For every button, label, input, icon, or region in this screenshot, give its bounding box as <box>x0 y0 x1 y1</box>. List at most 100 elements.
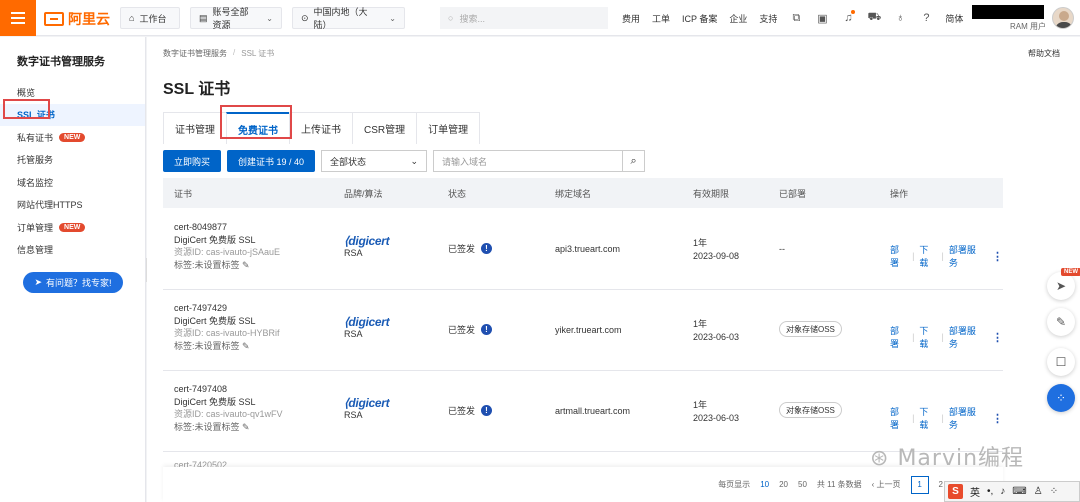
total-count: 共 11 条数据 <box>816 480 862 489</box>
resource-id: 资源ID: cas-ivauto-jSAauE <box>174 247 281 257</box>
help-icon[interactable]: ? <box>919 11 933 25</box>
menu-icon[interactable] <box>0 0 36 36</box>
tab-orders[interactable]: 订单管理 <box>416 112 481 144</box>
more-icon[interactable]: ⋮ <box>992 412 1003 425</box>
download-link[interactable]: 下载 <box>919 324 936 350</box>
more-icon[interactable]: ⋮ <box>992 331 1003 344</box>
deployed-badge: 对象存储OSS <box>779 321 842 337</box>
edit-icon[interactable]: ✎ <box>242 422 250 432</box>
ram-user-label: RAM 用户 <box>1010 22 1046 31</box>
account-scope-select[interactable]: ▤ 账号全部资源 ⌄ <box>190 7 282 30</box>
download-link[interactable]: 下载 <box>919 243 936 269</box>
edit-float-button[interactable]: ✎ <box>1047 308 1075 336</box>
sidebar-item-domain-monitor[interactable]: 域名监控 <box>0 171 145 194</box>
cert-type: DigiCert 免费版 SSL <box>174 396 256 407</box>
user-menu[interactable]: RAM 用户 <box>972 3 1074 33</box>
link-icp[interactable]: ICP 备案 <box>682 12 717 25</box>
toolbox-icon[interactable]: ⁘ <box>1050 486 1058 497</box>
page-2-button[interactable]: 2 <box>939 480 943 489</box>
sidebar-item-private-cert[interactable]: 私有证书 NEW <box>0 126 145 149</box>
validity-years: 1年 <box>693 319 708 329</box>
deploy-service-link[interactable]: 部署服务 <box>949 324 983 350</box>
link-billing[interactable]: 费用 <box>622 12 640 25</box>
edit-icon[interactable]: ✎ <box>242 341 250 351</box>
help-doc-link[interactable]: 帮助文档 <box>1028 48 1060 59</box>
create-cert-button[interactable]: 创建证书 19 / 40 <box>227 150 316 172</box>
column-header-status: 状态 <box>448 188 467 199</box>
deploy-link[interactable]: 部署 <box>890 405 907 431</box>
expire-date: 2023-06-03 <box>693 412 740 423</box>
domain-search-input[interactable]: 请输入域名 ⌕ <box>433 150 646 172</box>
link-enterprise[interactable]: 企业 <box>729 12 747 25</box>
column-header-brand: 品牌/算法 <box>344 188 383 199</box>
breadcrumb-root[interactable]: 数字证书管理服务 <box>163 48 227 59</box>
account-scope-label: 账号全部资源 <box>212 7 249 30</box>
lightbulb-icon[interactable]: ♁ <box>893 11 907 25</box>
language-switch[interactable]: 简体 <box>945 12 963 25</box>
region-select[interactable]: ⊙ 中国内地（大陆） ⌄ <box>292 7 405 30</box>
ime-toolbar[interactable]: S 英 •, ♪ ⌨ ♙ ⁘ <box>944 481 1080 502</box>
buy-now-button[interactable]: 立即购买 <box>163 150 222 172</box>
page-size-50[interactable]: 50 <box>798 480 807 489</box>
expire-date: 2023-06-03 <box>693 331 740 342</box>
download-link[interactable]: 下载 <box>919 405 936 431</box>
link-ticket[interactable]: 工单 <box>652 12 670 25</box>
deploy-service-link[interactable]: 部署服务 <box>949 405 983 431</box>
cert-tag[interactable]: 标签:未设置标签 ✎ <box>174 340 280 353</box>
breadcrumb-current: SSL 证书 <box>241 49 275 58</box>
page-size-10[interactable]: 10 <box>760 480 769 489</box>
deploy-service-link[interactable]: 部署服务 <box>949 243 983 269</box>
deploy-link[interactable]: 部署 <box>890 324 907 350</box>
brand-cell: ⟨digicert RSA <box>344 396 390 420</box>
page-1-button[interactable]: 1 <box>910 475 929 494</box>
ask-expert-label: 有问题？找专家! <box>46 278 112 288</box>
cart-icon[interactable]: ⛟ <box>867 11 881 25</box>
expert-float-button[interactable]: ➤ NEW <box>1047 268 1080 300</box>
cert-tag[interactable]: 标签:未设置标签 ✎ <box>174 421 283 434</box>
tab-upload-cert[interactable]: 上传证书 <box>289 112 353 144</box>
brand-cell: ⟨digicert RSA <box>344 315 390 339</box>
app-icon[interactable]: ⧉ <box>789 11 803 25</box>
link-support[interactable]: 支持 <box>759 12 777 25</box>
punctuation-icon[interactable]: •, <box>987 486 993 497</box>
ask-expert-button[interactable]: ➤ 有问题？找专家! <box>23 272 123 293</box>
skin-icon[interactable]: ♙ <box>1034 486 1043 497</box>
more-icon[interactable]: ⋮ <box>992 250 1003 263</box>
algorithm: RSA <box>344 329 363 339</box>
cert-tag[interactable]: 标签:未设置标签 ✎ <box>174 259 280 272</box>
keyboard-icon[interactable]: ⌨ <box>1012 486 1026 497</box>
tab-cert-management[interactable]: 证书管理 <box>163 112 227 144</box>
status-select[interactable]: 全部状态 ⌄ <box>321 150 428 172</box>
apps-float-button[interactable]: ⁘ <box>1047 384 1075 412</box>
sidebar-item-info[interactable]: 信息管理 <box>0 239 145 262</box>
expert-icon: ➤ <box>34 277 43 287</box>
tab-csr[interactable]: CSR管理 <box>352 112 418 144</box>
deploy-link[interactable]: 部署 <box>890 243 907 269</box>
page-size-20[interactable]: 20 <box>779 480 788 489</box>
aliyun-logo[interactable]: 阿里云 <box>44 9 110 29</box>
brand-cell: ⟨digicert RSA <box>344 234 390 258</box>
digicert-logo: ⟨digicert <box>344 396 390 410</box>
search-icon[interactable]: ⌕ <box>622 151 644 171</box>
edit-icon[interactable]: ✎ <box>242 260 250 270</box>
bell-icon[interactable]: ♫ <box>841 10 856 25</box>
mic-icon[interactable]: ♪ <box>1000 486 1005 497</box>
alert-icon[interactable]: ! <box>481 324 493 335</box>
workbench-button[interactable]: ⌂ 工作台 <box>120 7 180 29</box>
terminal-icon[interactable]: ▣ <box>815 11 829 25</box>
prev-page-button[interactable]: ‹ 上一页 <box>872 479 901 490</box>
column-header-actions: 操作 <box>890 188 909 199</box>
column-header-validity: 有效期限 <box>693 188 730 199</box>
sidebar-item-https-proxy[interactable]: 网站代理HTTPS <box>0 194 145 217</box>
ime-mode[interactable]: 英 <box>970 484 980 499</box>
global-search-input[interactable]: ○ 搜索... <box>440 7 608 29</box>
sidebar-item-hosting[interactable]: 托管服务 <box>0 149 145 172</box>
alert-icon[interactable]: ! <box>481 243 493 254</box>
avatar[interactable] <box>1052 7 1074 29</box>
sidebar-item-label: 托管服务 <box>17 155 54 166</box>
table-row: cert-8049877 DigiCert 免费版 SSL 资源ID: cas-… <box>163 209 1003 290</box>
chat-float-button[interactable]: ☐ <box>1047 348 1075 376</box>
sidebar-item-orders[interactable]: 订单管理 NEW <box>0 216 145 239</box>
deployed-value: -- <box>779 244 785 254</box>
alert-icon[interactable]: ! <box>481 405 493 416</box>
